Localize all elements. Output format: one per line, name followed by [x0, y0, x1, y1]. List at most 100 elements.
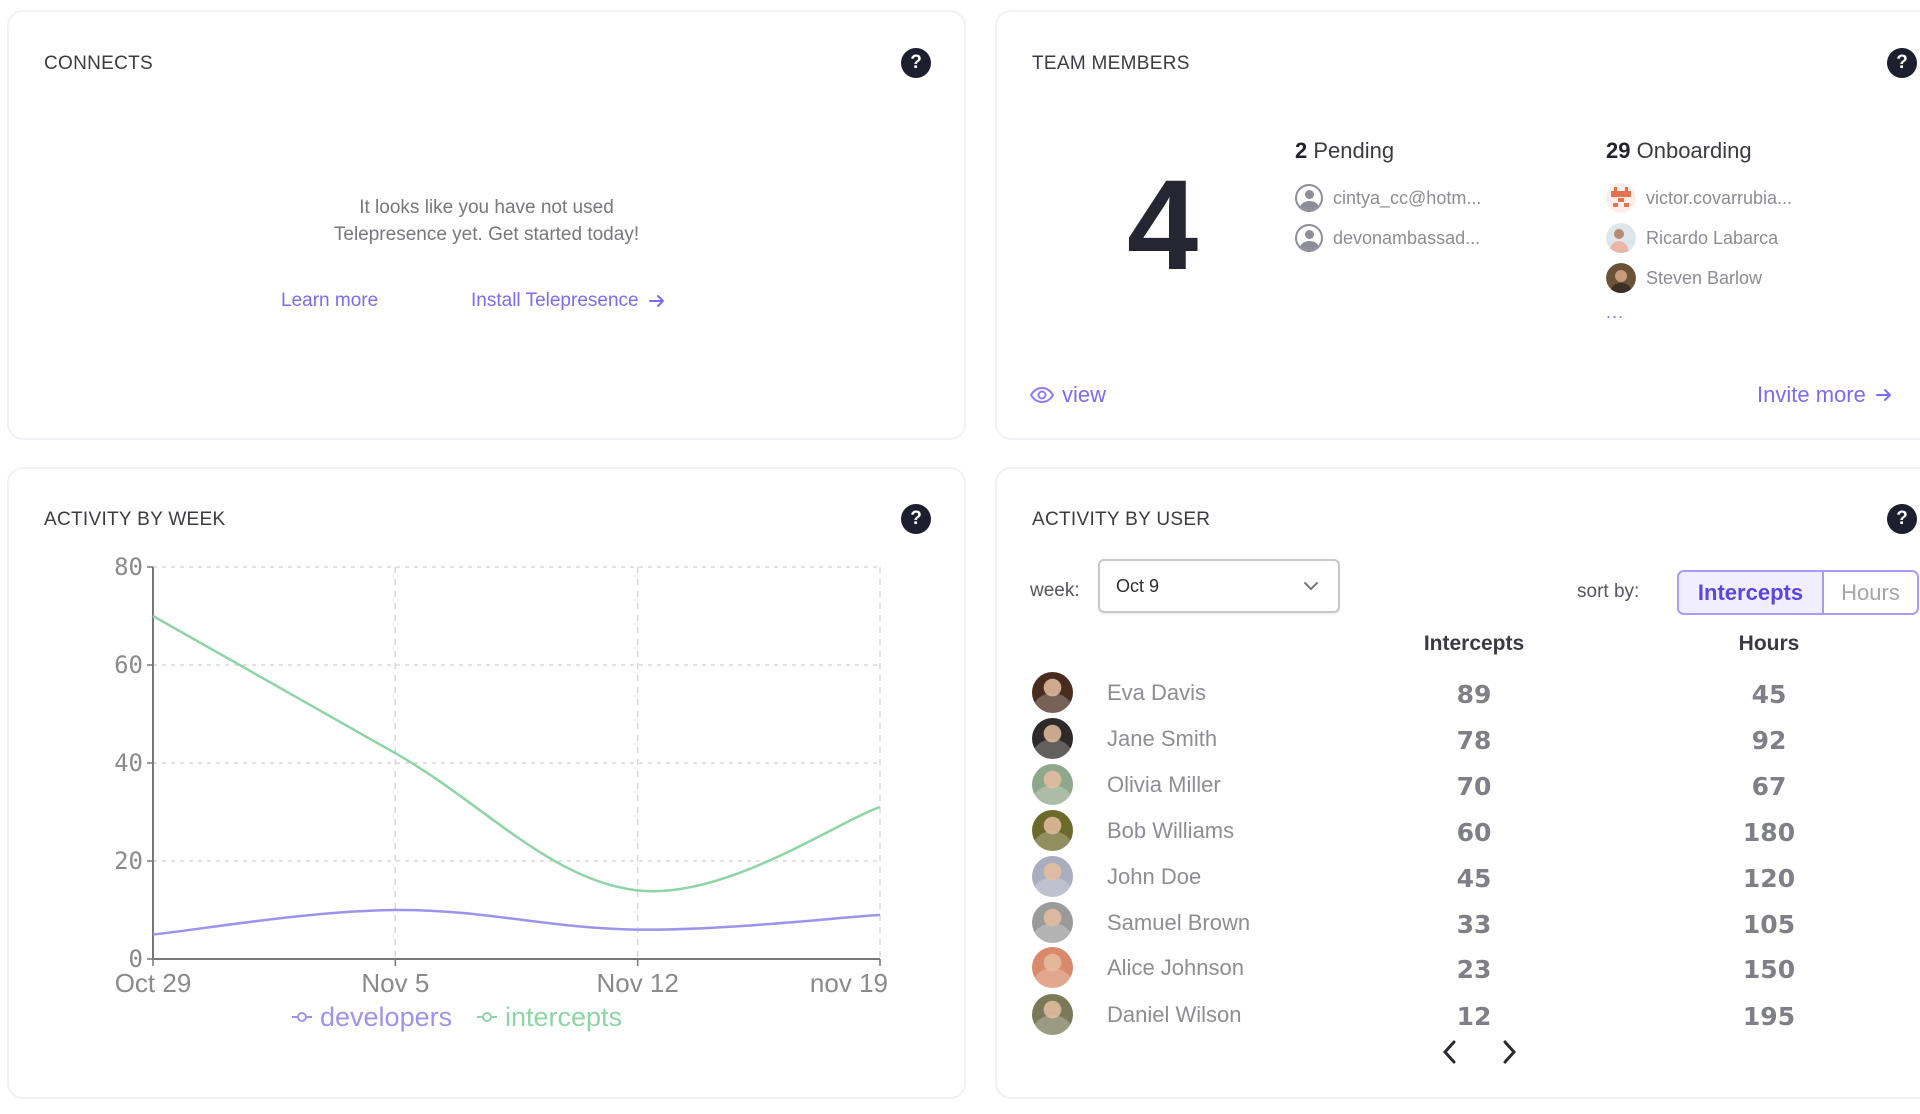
empty-state-line-1: It looks like you have not used	[359, 197, 614, 218]
user-hours: 45	[1751, 680, 1787, 709]
user-row[interactable]: Alice Johnson 23 150	[1032, 945, 1912, 989]
connects-title: CONNECTS	[44, 53, 154, 74]
onboarding-header: 29 Onboarding	[1606, 138, 1792, 164]
learn-more-link[interactable]: Learn more	[281, 290, 378, 312]
user-intercepts: 23	[1456, 955, 1492, 984]
user-intercepts: 78	[1456, 726, 1492, 755]
user-hours: 105	[1742, 910, 1796, 939]
user-name: Samuel Brown	[1107, 910, 1251, 935]
avatar	[1032, 902, 1073, 943]
activity-by-user-card: ACTIVITY BY USER ? week: Oct 9 sort by: …	[995, 467, 1920, 1099]
onboarding-member-name: Steven Barlow	[1646, 267, 1763, 288]
avatar	[1606, 263, 1636, 293]
avatar	[1032, 856, 1073, 897]
column-header-intercepts: Intercepts	[1423, 632, 1525, 655]
onboarding-member-name: victor.covarrubia...	[1646, 187, 1793, 208]
user-name: Bob Williams	[1107, 818, 1235, 843]
user-hours: 150	[1742, 955, 1796, 984]
empty-state-message: It looks like you have not used Telepres…	[9, 194, 964, 248]
view-link[interactable]: view	[1030, 382, 1106, 408]
user-row[interactable]: Jane Smith 78 92	[1032, 716, 1912, 760]
y-tick-label: 20	[114, 847, 143, 875]
y-tick-label: 60	[114, 651, 143, 679]
user-name: Jane Smith	[1107, 726, 1218, 751]
onboarding-label: Onboarding	[1636, 138, 1752, 163]
help-icon[interactable]: ?	[1887, 504, 1917, 534]
empty-state-line-2: Telepresence yet. Get started today!	[333, 224, 640, 245]
week-label: week:	[1030, 580, 1080, 601]
activity-by-week-card: ACTIVITY BY WEEK ? 0 20 40 60 80 Oct 29 Nov 5N…	[7, 467, 966, 1099]
pending-member-email: devonambassad...	[1333, 227, 1481, 248]
invite-more-link[interactable]: Invite more	[1757, 382, 1894, 408]
sort-by-label: sort by:	[1577, 581, 1640, 602]
user-row[interactable]: Eva Davis 89 45	[1032, 670, 1912, 714]
onboarding-column: 29 Onboarding victor.covarrubia... Ricar…	[1606, 138, 1792, 323]
chevron-left-icon[interactable]	[1438, 1037, 1462, 1067]
chart-series	[152, 614, 881, 936]
user-row[interactable]: Olivia Miller 70 67	[1032, 762, 1912, 806]
avatar	[1032, 994, 1073, 1035]
pending-count: 2	[1295, 138, 1308, 163]
team-members-title: TEAM MEMBERS	[1032, 53, 1190, 74]
user-hours: 195	[1742, 1002, 1796, 1031]
help-icon[interactable]: ?	[901, 48, 931, 78]
x-tick-label: Nov 5	[361, 968, 429, 998]
user-placeholder-icon	[1295, 224, 1323, 252]
chart-grid	[153, 566, 881, 959]
pending-label: Pending	[1313, 138, 1395, 163]
x-tick-label: Oct 29	[115, 968, 192, 998]
avatar	[1606, 223, 1636, 253]
user-row[interactable]: John Doe 45 120	[1032, 854, 1912, 898]
onboarding-count: 29	[1606, 138, 1631, 163]
avatar	[1032, 718, 1073, 759]
user-name: Daniel Wilson	[1107, 1002, 1242, 1027]
help-icon[interactable]: ?	[1887, 48, 1917, 78]
user-hours: 180	[1742, 818, 1796, 847]
pending-header: 2 Pending	[1295, 138, 1481, 164]
install-telepresence-label: Install Telepresence	[471, 290, 639, 311]
sort-toggle: Intercepts Hours	[1677, 570, 1919, 615]
user-row[interactable]: Samuel Brown 33 105	[1032, 900, 1912, 944]
sort-option-hours[interactable]: Hours	[1824, 572, 1917, 613]
user-intercepts: 12	[1456, 1002, 1492, 1031]
pending-member-email: cintya_cc@hotm...	[1333, 187, 1482, 208]
week-select-value: Oct 9	[1116, 575, 1160, 596]
y-tick-label: 80	[114, 553, 143, 581]
invite-more-label: Invite more	[1757, 382, 1866, 407]
legend-label-intercepts: intercepts	[505, 1002, 622, 1032]
user-intercepts: 70	[1456, 772, 1492, 801]
legend-label-developers: developers	[320, 1002, 452, 1032]
user-name: Alice Johnson	[1107, 955, 1244, 980]
user-intercepts: 60	[1456, 818, 1492, 847]
activity-line-chart: 020406080Oct 29 Nov 5 Nov 12 nov 19 develop…	[114, 553, 888, 1032]
y-tick-label: 40	[114, 749, 143, 777]
user-hours: 92	[1751, 726, 1787, 755]
more-members-indicator[interactable]: ...	[1606, 302, 1792, 323]
install-telepresence-link[interactable]: Install Telepresence	[471, 290, 667, 312]
week-select[interactable]: Oct 9	[1098, 559, 1340, 613]
series-line-developers	[152, 908, 881, 936]
avatar	[1032, 810, 1073, 851]
onboarding-member[interactable]: Ricardo Labarca	[1606, 218, 1792, 258]
user-placeholder-icon	[1295, 184, 1323, 212]
user-row[interactable]: Bob Williams 60 180	[1032, 808, 1912, 852]
user-hours: 67	[1751, 772, 1787, 801]
eye-icon	[1030, 386, 1054, 404]
arrow-right-icon	[648, 295, 664, 307]
user-row[interactable]: Daniel Wilson 12 195	[1032, 992, 1912, 1036]
series-line-intercepts	[152, 614, 881, 893]
chevron-right-icon[interactable]	[1497, 1037, 1521, 1067]
sort-option-intercepts[interactable]: Intercepts	[1679, 572, 1824, 613]
pending-member[interactable]: cintya_cc@hotm...	[1295, 178, 1481, 218]
connects-card: CONNECTS ? It looks like you have not us…	[7, 10, 966, 440]
view-label: view	[1062, 382, 1107, 407]
column-header-hours: Hours	[1738, 632, 1800, 655]
onboarding-member[interactable]: Steven Barlow	[1606, 258, 1792, 298]
avatar	[1606, 183, 1636, 213]
pending-member[interactable]: devonambassad...	[1295, 218, 1481, 258]
chart-legend: developers intercepts	[292, 1002, 622, 1032]
x-tick-label: nov 19	[810, 968, 888, 998]
legend-marker-dot	[482, 1012, 492, 1022]
onboarding-member[interactable]: victor.covarrubia...	[1606, 178, 1792, 218]
x-tick-label: Nov 12	[596, 968, 678, 998]
